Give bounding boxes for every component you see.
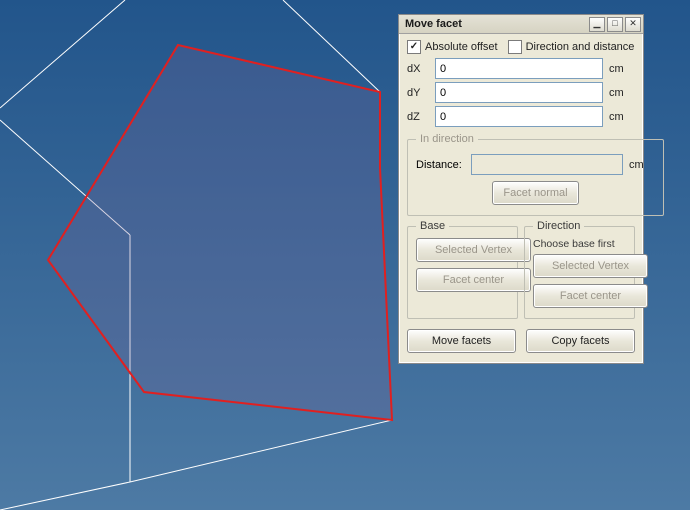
distance-label: Distance: bbox=[416, 159, 471, 171]
direction-group: Direction Choose base first Selected Ver… bbox=[524, 220, 635, 319]
dz-unit: cm bbox=[603, 111, 635, 123]
dx-input[interactable] bbox=[435, 58, 603, 79]
move-facets-button[interactable]: Move facets bbox=[407, 329, 516, 353]
direction-note: Choose base first bbox=[533, 238, 626, 250]
distance-unit: cm bbox=[623, 159, 655, 171]
direction-legend: Direction bbox=[533, 220, 584, 232]
absolute-offset-checkbox[interactable] bbox=[407, 40, 421, 54]
direction-facet-center-button: Facet center bbox=[533, 284, 648, 308]
dx-label: dX bbox=[407, 63, 435, 75]
dy-unit: cm bbox=[603, 87, 635, 99]
base-facet-center-button: Facet center bbox=[416, 268, 531, 292]
direction-distance-label: Direction and distance bbox=[526, 41, 635, 53]
base-legend: Base bbox=[416, 220, 449, 232]
dy-label: dY bbox=[407, 87, 435, 99]
dz-input[interactable] bbox=[435, 106, 603, 127]
dialog-titlebar[interactable]: Move facet ▁ □ ✕ bbox=[399, 15, 643, 34]
direction-distance-checkbox[interactable] bbox=[508, 40, 522, 54]
facet-normal-button: Facet normal bbox=[492, 181, 578, 205]
close-button[interactable]: ✕ bbox=[625, 17, 641, 32]
minimize-button[interactable]: ▁ bbox=[589, 17, 605, 32]
dialog-title: Move facet bbox=[399, 18, 589, 30]
dx-unit: cm bbox=[603, 63, 635, 75]
base-selected-vertex-button: Selected Vertex bbox=[416, 238, 531, 262]
direction-selected-vertex-button: Selected Vertex bbox=[533, 254, 648, 278]
absolute-offset-label: Absolute offset bbox=[425, 41, 498, 53]
in-direction-group: In direction Distance: cm Facet normal bbox=[407, 133, 664, 216]
maximize-button[interactable]: □ bbox=[607, 17, 623, 32]
dz-label: dZ bbox=[407, 111, 435, 123]
dy-input[interactable] bbox=[435, 82, 603, 103]
in-direction-legend: In direction bbox=[416, 133, 478, 145]
move-facet-dialog: Move facet ▁ □ ✕ Absolute offset Directi… bbox=[398, 14, 644, 364]
distance-input bbox=[471, 154, 623, 175]
base-group: Base Selected Vertex Facet center bbox=[407, 220, 518, 319]
copy-facets-button[interactable]: Copy facets bbox=[526, 329, 635, 353]
